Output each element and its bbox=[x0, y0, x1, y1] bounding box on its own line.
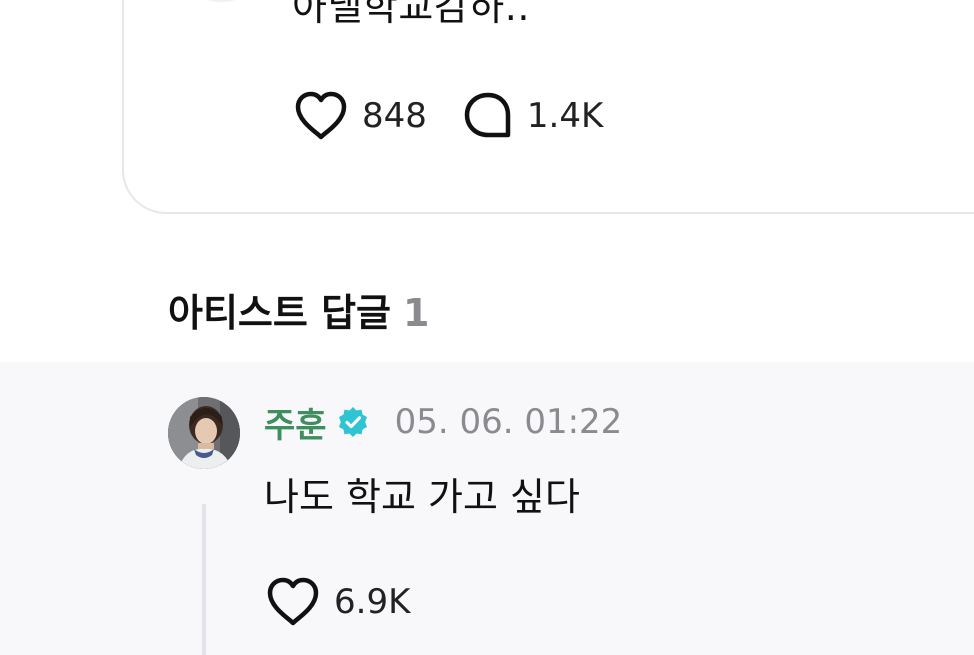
artist-replies-count: 1 bbox=[403, 291, 430, 335]
artist-avatar[interactable] bbox=[168, 397, 240, 469]
artist-replies-title: 아티스트 답글 bbox=[168, 291, 391, 335]
reply-timestamp: 05. 06. 01:22 bbox=[394, 402, 623, 442]
reply-like-count: 6.9K bbox=[334, 582, 411, 622]
post-card[interactable]: 아낼학교감하.. 848 1.4K bbox=[122, 0, 974, 214]
artist-reply[interactable]: 주훈 05. 06. 01:22 나도 학교 가고 싶다 6.9K bbox=[0, 362, 974, 655]
comment-thread-screen: 아낼학교감하.. 848 1.4K 아티스트 답글 1 주훈 05. 06. 0… bbox=[0, 0, 974, 655]
post-text: 아낼학교감하.. bbox=[292, 0, 530, 29]
reply-like-button[interactable]: 6.9K bbox=[266, 577, 410, 627]
artist-replies-header: 아티스트 답글 1 bbox=[168, 282, 429, 337]
heart-icon bbox=[267, 577, 319, 626]
post-comment-button[interactable]: 1.4K bbox=[463, 91, 603, 141]
post-author-avatar[interactable] bbox=[172, 0, 272, 2]
post-comment-count: 1.4K bbox=[526, 96, 604, 136]
artist-avatar-photo bbox=[168, 397, 240, 469]
artist-name[interactable]: 주훈 bbox=[264, 398, 327, 447]
reply-actions: 6.9K bbox=[266, 574, 446, 630]
reply-meta: 주훈 05. 06. 01:22 bbox=[264, 398, 623, 447]
comment-bubble-icon bbox=[464, 92, 511, 138]
post-like-button[interactable]: 848 bbox=[294, 91, 427, 141]
post-actions: 848 1.4K bbox=[294, 88, 639, 144]
reply-text: 나도 학교 가고 싶다 bbox=[264, 475, 580, 519]
post-like-count: 848 bbox=[362, 96, 427, 136]
thread-line bbox=[202, 504, 206, 655]
verified-badge-icon bbox=[338, 407, 367, 437]
heart-icon bbox=[295, 91, 347, 140]
